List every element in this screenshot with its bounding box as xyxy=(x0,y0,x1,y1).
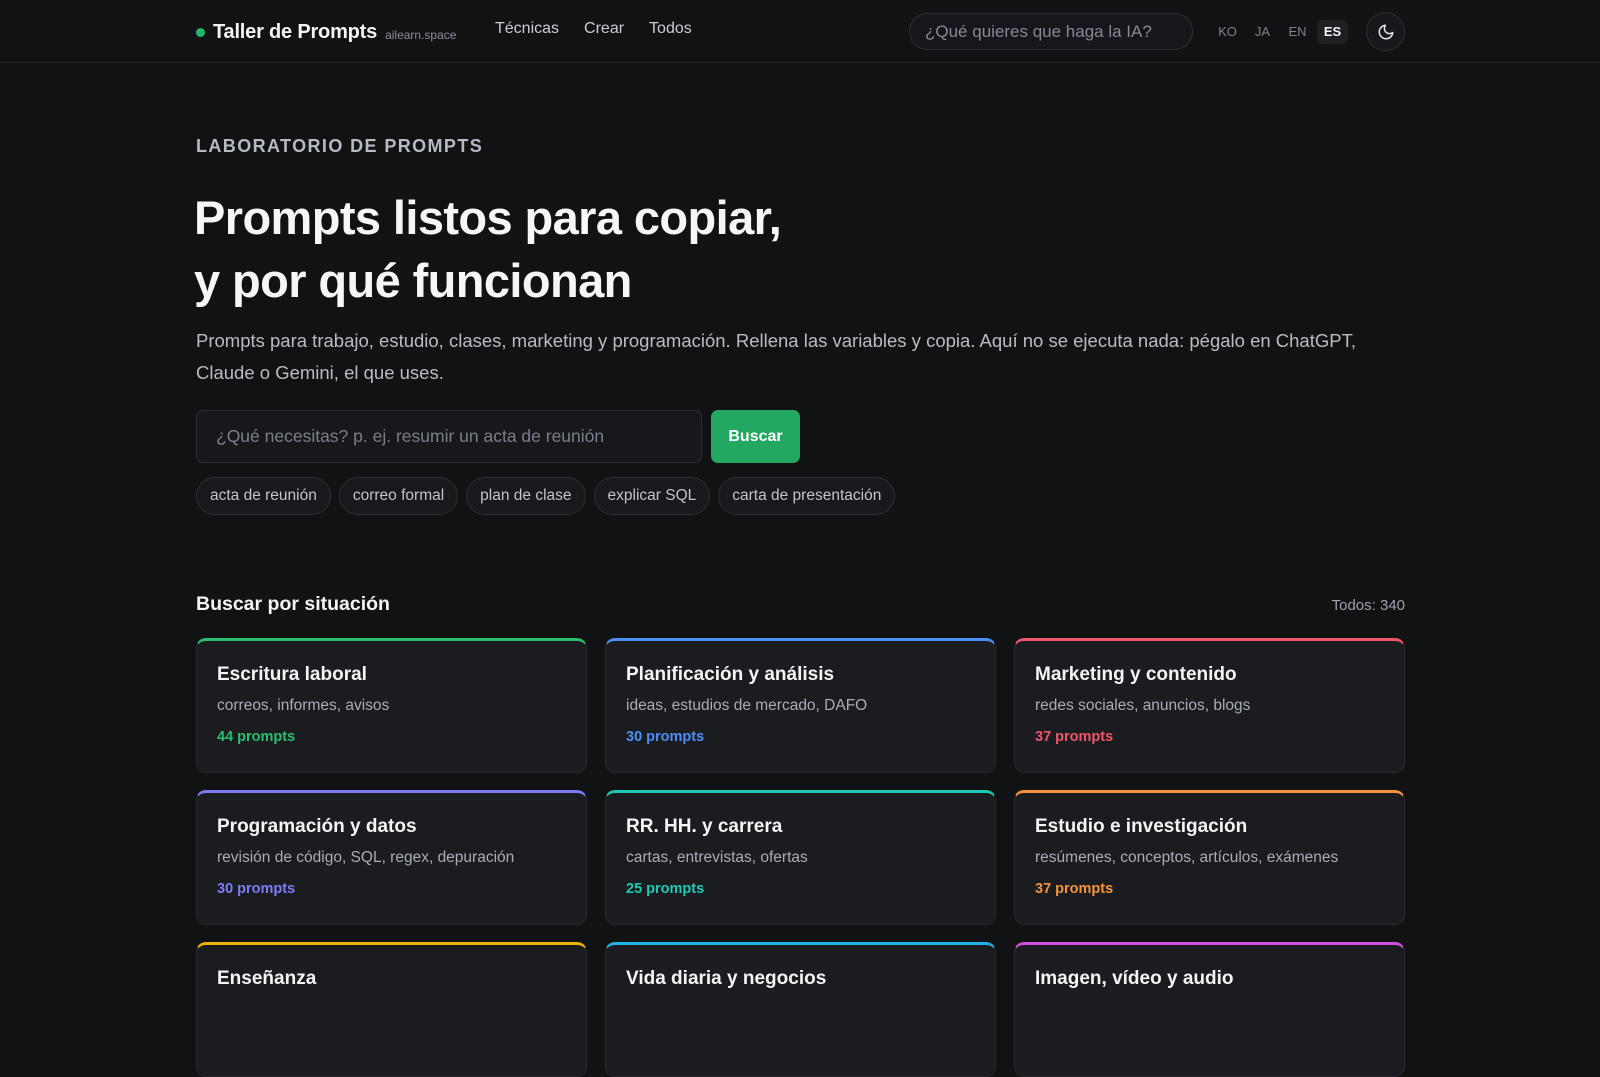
situation-card-planificacion[interactable]: Planificación y análisis ideas, estudios… xyxy=(605,638,996,773)
suggestion-chips: acta de reunión correo formal plan de cl… xyxy=(196,477,896,515)
situation-card-programacion[interactable]: Programación y datos revisión de código,… xyxy=(196,790,587,925)
card-count: 25 prompts xyxy=(626,881,705,897)
situation-card-rrhh[interactable]: RR. HH. y carrera cartas, entrevistas, o… xyxy=(605,790,996,925)
lang-en[interactable]: EN xyxy=(1282,20,1313,44)
section-title: Buscar por situación xyxy=(196,593,390,615)
chip-explicar-sql[interactable]: explicar SQL xyxy=(593,477,711,515)
situation-card-multimedia[interactable]: Imagen, vídeo y audio xyxy=(1014,942,1405,1077)
card-title: RR. HH. y carrera xyxy=(626,816,783,837)
header-search-input[interactable] xyxy=(909,13,1193,50)
card-title: Enseñanza xyxy=(217,968,317,989)
brand-domain: ailearn.space xyxy=(385,28,457,42)
language-switcher: KO JA EN ES xyxy=(1212,20,1348,44)
search-button[interactable]: Buscar xyxy=(711,410,800,463)
nav-link-tecnicas[interactable]: Técnicas xyxy=(495,20,559,38)
brand-dot-icon xyxy=(196,27,205,37)
total-count: Todos: 340 xyxy=(1331,597,1405,614)
situation-card-estudio[interactable]: Estudio e investigación resúmenes, conce… xyxy=(1014,790,1405,925)
moon-icon xyxy=(1378,24,1393,39)
situation-card-vida-diaria[interactable]: Vida diaria y negocios xyxy=(605,942,996,1077)
hero-title-line-1: Prompts listos para copiar, xyxy=(194,191,782,244)
hero-eyebrow: LABORATORIO DE PROMPTS xyxy=(196,136,484,156)
lang-ja[interactable]: JA xyxy=(1247,20,1278,44)
card-description: redes sociales, anuncios, blogs xyxy=(1035,697,1251,714)
chip-plan-de-clase[interactable]: plan de clase xyxy=(466,477,586,515)
situation-card-ensenanza[interactable]: Enseñanza xyxy=(196,942,587,1077)
card-title: Programación y datos xyxy=(217,816,417,837)
lang-es[interactable]: ES xyxy=(1317,20,1348,44)
card-description: resúmenes, conceptos, artículos, exámene… xyxy=(1035,849,1339,866)
situation-card-marketing[interactable]: Marketing y contenido redes sociales, an… xyxy=(1014,638,1405,773)
hero-title-line-2: y por qué funcionan xyxy=(194,254,632,307)
hero-subtitle: Prompts para trabajo, estudio, clases, m… xyxy=(196,330,1356,383)
top-navbar: Taller de Prompts ailearn.space Técnicas… xyxy=(0,0,1600,63)
card-count: 37 prompts xyxy=(1035,881,1114,897)
card-description: ideas, estudios de mercado, DAFO xyxy=(626,697,868,714)
card-title: Planificación y análisis xyxy=(626,664,835,685)
card-description: cartas, entrevistas, ofertas xyxy=(626,849,808,866)
card-title: Vida diaria y negocios xyxy=(626,968,827,989)
hero-title: Prompts listos para copiar, y por qué fu… xyxy=(194,186,782,312)
chip-carta-de-presentacion[interactable]: carta de presentación xyxy=(718,477,896,515)
card-title: Marketing y contenido xyxy=(1035,664,1237,685)
nav-link-crear[interactable]: Crear xyxy=(584,20,624,38)
card-description: correos, informes, avisos xyxy=(217,697,390,714)
card-description: revisión de código, SQL, regex, depuraci… xyxy=(217,849,515,866)
brand-name: Taller de Prompts xyxy=(213,20,378,43)
card-title: Imagen, vídeo y audio xyxy=(1035,968,1234,989)
lang-ko[interactable]: KO xyxy=(1212,20,1243,44)
card-title: Escritura laboral xyxy=(217,664,367,685)
main-nav: Técnicas Crear Todos xyxy=(495,20,692,38)
hero-search-input[interactable] xyxy=(196,410,702,463)
card-count: 30 prompts xyxy=(217,881,296,897)
card-count: 30 prompts xyxy=(626,729,705,745)
chip-acta-de-reunion[interactable]: acta de reunión xyxy=(196,477,331,515)
card-count: 44 prompts xyxy=(217,729,296,745)
theme-toggle-button[interactable] xyxy=(1366,12,1405,51)
card-count: 37 prompts xyxy=(1035,729,1114,745)
chip-correo-formal[interactable]: correo formal xyxy=(338,477,459,515)
nav-link-todos[interactable]: Todos xyxy=(649,20,692,38)
situation-card-escritura-laboral[interactable]: Escritura laboral correos, informes, avi… xyxy=(196,638,587,773)
card-title: Estudio e investigación xyxy=(1035,816,1248,837)
situation-cards-grid: Escritura laboral correos, informes, avi… xyxy=(196,638,1405,1077)
brand-logo[interactable]: Taller de Prompts ailearn.space xyxy=(196,19,456,45)
